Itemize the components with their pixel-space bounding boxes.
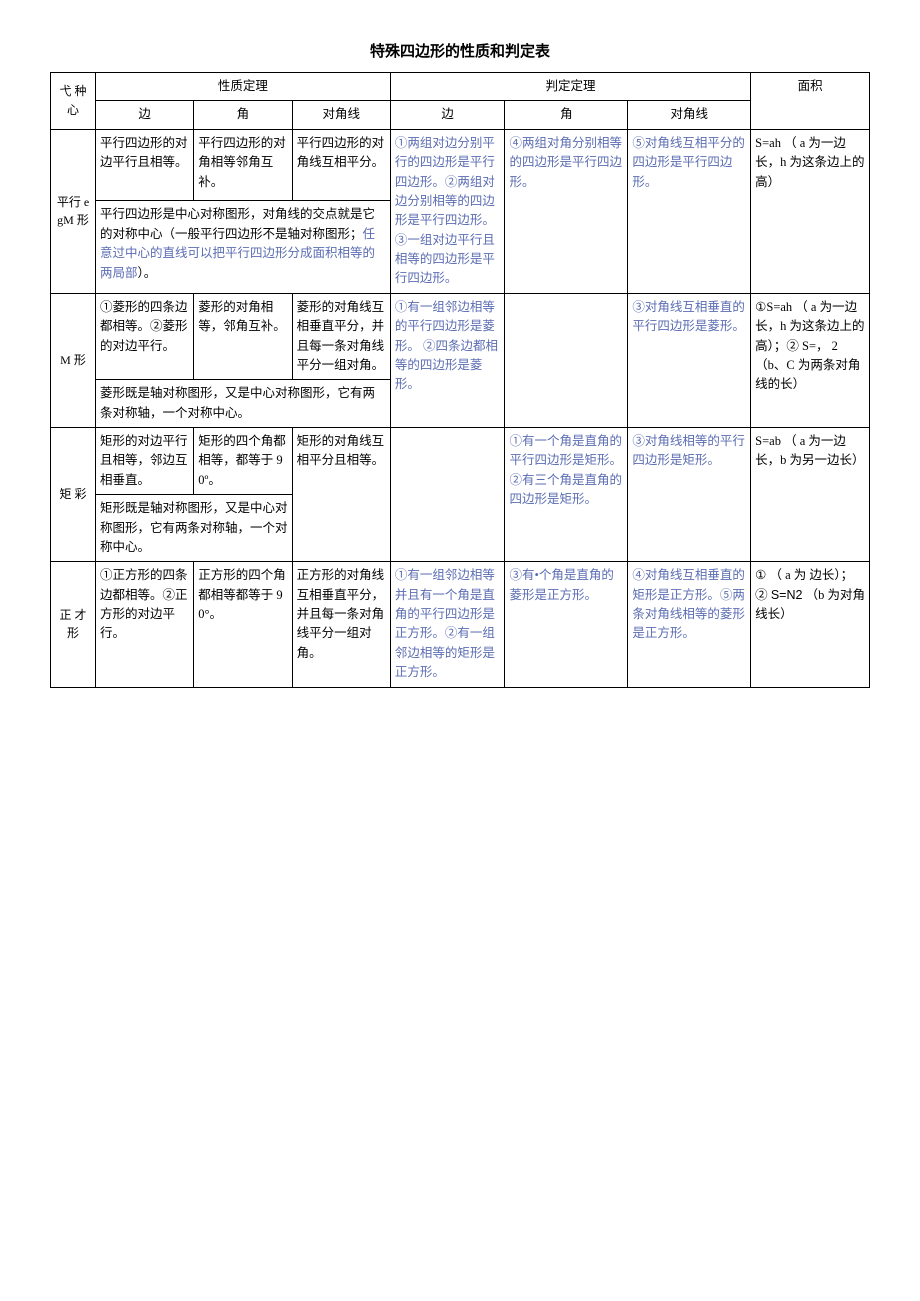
zf-area: ① （ a 为 边长）； ② S=N2 （b 为对角线长） [751, 562, 870, 687]
hdr-j-bian: 边 [390, 101, 505, 129]
jx-symm: 矩形既是轴对称图形，又是中心对称图形，它有两条对称轴，一个对称中心。 [96, 495, 293, 562]
zf-p-djx: 正方形的对角线互相垂直平分，并且每一条对角线平分一组对角。 [292, 562, 390, 687]
px-area: S=ah （ a 为一边长，h 为这条边上的高） [751, 129, 870, 293]
jx-j-jiao: ①有一个角是直角的平行四边形是矩形。 ②有三个角是直角的四边形是矩形。 [505, 428, 628, 562]
px-j-bian: ①两组对边分别平行的四边形是平行四边形。②两组对边分别相等的四边形是平行四边形。… [390, 129, 505, 293]
px-symm: 平行四边形是中心对称图形，对角线的交点就是它的对称中心（一般平行四边形不是轴对称… [96, 201, 391, 293]
row-square: 正 才 形 ①正方形的四条边都相等。②正方形的对边平行。 正方形的四个角都相等都… [51, 562, 870, 687]
lx-p-djx: 菱形的对角线互相垂直平分，并且每一条对角线平分一组对角。 [292, 293, 390, 380]
hdr-criteria: 判定定理 [390, 73, 750, 101]
jx-j-djx: ③对角线相等的平行四边形是矩形。 [628, 428, 751, 562]
px-p-djx: 平行四边形的对角线互相平分。 [292, 129, 390, 201]
hdr-p-jiao: 角 [194, 101, 292, 129]
zf-j-djx: ④对角线互相垂直的矩形是正方形。⑤两条对角线相等的菱形是正方形。 [628, 562, 751, 687]
lx-p-bian: ①菱形的四条边都相等。②菱形的对边平行。 [96, 293, 194, 380]
hdr-j-djx: 对角线 [628, 101, 751, 129]
hdr-p-bian: 边 [96, 101, 194, 129]
row-lx-name: M 形 [51, 293, 96, 427]
px-symm-a: 平行四边形是中心对称图形，对角线的交点就是它的对称中心（一般平行四边形不是轴对称… [100, 207, 375, 240]
lx-area: ①S=ah （ a 为一边长，h 为这条边上的高）；② S=， 2 （b、C 为… [751, 293, 870, 427]
jx-p-jiao: 矩形的四个角都相等，都等于 90º。 [194, 428, 292, 495]
px-p-bian: 平行四边形的对边平行且相等。 [96, 129, 194, 201]
quad-table: 弋 种心 性质定理 判定定理 面积 边 角 对角线 边 角 对角线 平行 egM… [50, 72, 870, 688]
jx-area: S=ab （ a 为一边长，b 为另一边长） [751, 428, 870, 562]
header-row-1: 弋 种心 性质定理 判定定理 面积 [51, 73, 870, 101]
jx-p-bian: 矩形的对边平行且相等，邻边互相垂直。 [96, 428, 194, 495]
px-p-jiao: 平行四边形的对角相等邻角互补。 [194, 129, 292, 201]
row-px-name: 平行 egM 形 [51, 129, 96, 293]
px-symm-c: ）。 [138, 266, 157, 280]
zf-j-bian: ①有一组邻边相等并且有一个角是直角的平行四边形是正方形。②有一组邻边相等的矩形是… [390, 562, 505, 687]
row-jx-name: 矩 彩 [51, 428, 96, 562]
jx-p-djx: 矩形的对角线互相平分且相等。 [292, 428, 390, 562]
page-title: 特殊四边形的性质和判定表 [50, 40, 870, 64]
row-parallelogram-1: 平行 egM 形 平行四边形的对边平行且相等。 平行四边形的对角相等邻角互补。 … [51, 129, 870, 201]
row-rectangle-1: 矩 彩 矩形的对边平行且相等，邻边互相垂直。 矩形的四个角都相等，都等于 90º… [51, 428, 870, 495]
lx-j-djx: ③对角线互相垂直的平行四边形是菱形。 [628, 293, 751, 427]
lx-p-jiao: 菱形的对角相等，邻角互补。 [194, 293, 292, 380]
header-row-2: 边 角 对角线 边 角 对角线 [51, 101, 870, 129]
hdr-kind: 弋 种心 [51, 73, 96, 130]
row-rhombus-1: M 形 ①菱形的四条边都相等。②菱形的对边平行。 菱形的对角相等，邻角互补。 菱… [51, 293, 870, 380]
hdr-p-djx: 对角线 [292, 101, 390, 129]
jx-j-bian [390, 428, 505, 562]
row-zf-name: 正 才 形 [51, 562, 96, 687]
zf-area-b: S=N2 [771, 588, 803, 602]
hdr-props: 性质定理 [96, 73, 391, 101]
px-j-jiao: ④两组对角分别相等的四边形是平行四边形。 [505, 129, 628, 293]
zf-p-bian: ①正方形的四条边都相等。②正方形的对边平行。 [96, 562, 194, 687]
px-j-djx: ⑤对角线互相平分的四边形是平行四边形。 [628, 129, 751, 293]
lx-symm: 菱形既是轴对称图形，又是中心对称图形，它有两条对称轴，一个对称中心。 [96, 380, 391, 428]
hdr-area: 面积 [751, 73, 870, 130]
lx-j-jiao [505, 293, 628, 427]
hdr-j-jiao: 角 [505, 101, 628, 129]
zf-p-jiao: 正方形的四个角都相等都等于 90°。 [194, 562, 292, 687]
zf-j-jiao: ③有•个角是直角的菱形是正方形。 [505, 562, 628, 687]
lx-j-bian: ①有一组邻边相等的平行四边形是菱形。 ②四条边都相等的四边形是菱形。 [390, 293, 505, 427]
